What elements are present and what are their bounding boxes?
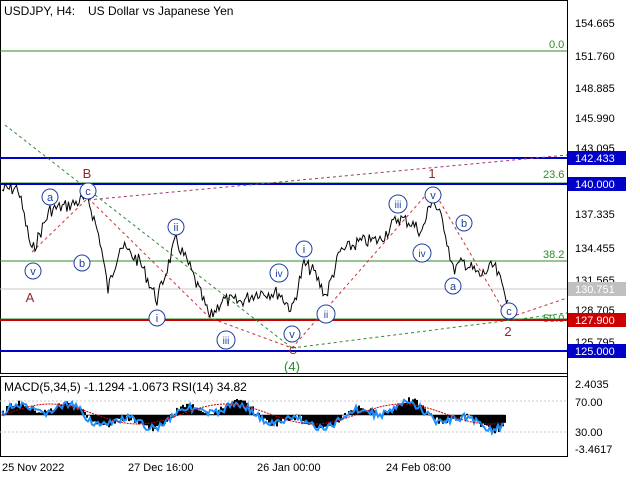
macd-bar <box>116 415 118 419</box>
wave-v-3-text: v <box>430 190 436 202</box>
symbol-timeframe: USDJPY, H4: <box>4 4 75 18</box>
wave-v-2-text: v <box>289 329 295 341</box>
macd-bar <box>344 413 346 415</box>
macd-bar <box>86 415 88 418</box>
macd-bar <box>444 415 446 421</box>
macd-bar <box>408 397 410 415</box>
wave-ii-1-text: ii <box>174 222 179 234</box>
wave-ii-2-text: ii <box>324 310 328 321</box>
wave-v-1-text: v <box>30 266 36 278</box>
macd-bar <box>118 415 120 419</box>
wave-c-1-text: c <box>85 186 91 198</box>
wave-label-4: (4) <box>284 359 300 374</box>
price-tick: 134.455 <box>575 243 615 255</box>
price-chart[interactable]: USDJPY, H4: US Dollar vs Japanese Yen 0.… <box>0 0 640 480</box>
wave-b-2-text: b <box>461 218 467 230</box>
price-tick: 137.335 <box>575 209 615 221</box>
wave-zigzag-red <box>31 187 568 349</box>
macd-bar <box>38 412 40 415</box>
label-142433: 142.433 <box>575 153 615 165</box>
fib-label-0: 0.0 <box>549 39 564 51</box>
price-tick: 154.665 <box>575 18 615 30</box>
indicator-tick: 30.00 <box>575 427 603 439</box>
wave-label-B: B <box>83 166 92 181</box>
macd-bar <box>156 415 158 427</box>
fib-label-382: 38.2 <box>543 249 564 261</box>
price-tick: 145.990 <box>575 113 615 125</box>
macd-bar <box>84 411 86 415</box>
macd-bar <box>34 410 36 415</box>
indicator-tick: 2.4035 <box>575 379 609 391</box>
indicator-title: MACD(5,34,5) -1.1294 -1.0673 RSI(14) 34.… <box>4 380 247 394</box>
wave-label-C: C <box>289 345 297 357</box>
time-label-3: 26 Jan 00:00 <box>257 462 321 474</box>
wave-iv-2-text: iv <box>418 249 425 260</box>
macd-bar <box>200 410 202 415</box>
macd-bar <box>266 415 268 420</box>
macd-bar <box>202 412 204 415</box>
macd-bar <box>40 412 42 415</box>
rsi-line <box>1 398 505 437</box>
macd-bar <box>204 412 206 415</box>
macd-bar <box>488 415 490 427</box>
label-current-price: 130.751 <box>575 284 615 296</box>
indicator-tick: 70.00 <box>575 397 603 409</box>
wave-i-1-text: i <box>156 313 158 325</box>
time-label-2: 27 Dec 16:00 <box>128 462 193 474</box>
macd-bar <box>94 415 96 422</box>
wave-label-A: A <box>26 290 35 305</box>
time-label-1: 25 Nov 2022 <box>2 462 64 474</box>
macd-bar <box>466 413 468 415</box>
label-127900: 127.900 <box>575 315 615 327</box>
wave-a-1-text: a <box>47 192 54 204</box>
macd-bar <box>482 415 484 424</box>
macd-bar <box>268 415 270 423</box>
wave-i-2-text: i <box>303 244 305 256</box>
macd-bar <box>92 415 94 422</box>
macd-bar <box>436 415 438 418</box>
label-140000: 140.000 <box>575 179 615 191</box>
macd-bar <box>236 399 238 415</box>
macd-bar <box>148 415 150 429</box>
macd-bar <box>210 414 212 415</box>
wave-b-1-text: b <box>79 258 85 270</box>
macd-bar <box>504 415 506 423</box>
macd-bar <box>212 414 214 415</box>
wave-label-1: 1 <box>428 166 435 181</box>
wave-c-2-text: c <box>506 306 512 318</box>
macd-bar <box>36 412 38 415</box>
wave-a-2-text: a <box>450 281 457 293</box>
price-tick: 151.760 <box>575 51 615 63</box>
macd-bar <box>470 415 472 416</box>
indicator-tick: -3.4617 <box>575 444 612 456</box>
macd-bar <box>316 415 318 429</box>
macd-bar <box>264 415 266 419</box>
wave-iii-2-text: iii <box>395 200 402 211</box>
price-tick: 148.885 <box>575 83 615 95</box>
label-125000: 125.000 <box>575 346 615 358</box>
macd-bar <box>302 415 304 422</box>
macd-bar <box>404 402 406 415</box>
macd-bar <box>198 410 200 415</box>
wave-iii-1-text: iii <box>223 336 230 347</box>
instrument-name: US Dollar vs Japanese Yen <box>88 4 233 18</box>
wave-iv-1-text: iv <box>275 269 282 280</box>
wave-label-2: 2 <box>504 324 511 339</box>
fib-label-236: 23.6 <box>543 169 564 181</box>
macd-bar <box>324 415 326 427</box>
time-label-4: 24 Feb 08:00 <box>386 462 451 474</box>
trend-line-red-upper <box>87 154 568 201</box>
